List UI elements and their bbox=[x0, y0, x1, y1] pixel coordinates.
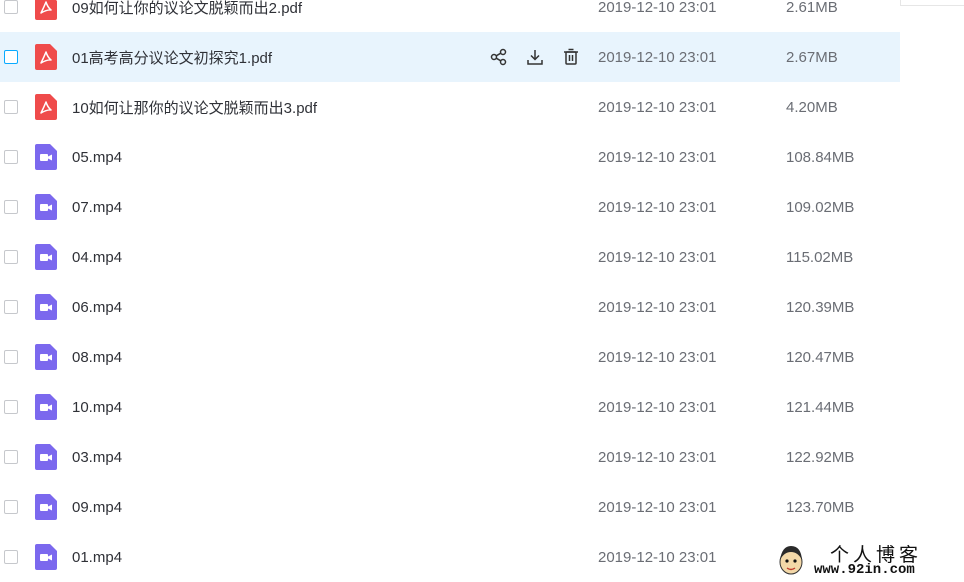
avatar-icon bbox=[779, 546, 803, 575]
video-file-icon bbox=[35, 244, 57, 270]
file-date: 2019-12-10 23:01 bbox=[598, 298, 717, 316]
file-row[interactable]: 06.mp4 2019-12-10 23:01 120.39MB bbox=[0, 282, 900, 332]
watermark-url: www.92in.com bbox=[814, 562, 915, 578]
file-date: 2019-12-10 23:01 bbox=[598, 198, 717, 216]
file-name[interactable]: 09如何让你的议论文脱颖而出2.pdf bbox=[72, 0, 302, 18]
file-name[interactable]: 10如何让那你的议论文脱颖而出3.pdf bbox=[72, 97, 317, 118]
video-file-icon bbox=[35, 494, 57, 520]
row-checkbox[interactable] bbox=[4, 350, 18, 364]
file-row[interactable]: 08.mp4 2019-12-10 23:01 120.47MB bbox=[0, 332, 900, 382]
file-name[interactable]: 04.mp4 bbox=[72, 249, 122, 266]
file-size: 122.92MB bbox=[786, 448, 855, 466]
column-divider bbox=[900, 0, 964, 6]
row-checkbox[interactable] bbox=[4, 400, 18, 414]
file-row[interactable]: 05.mp4 2019-12-10 23:01 108.84MB bbox=[0, 132, 900, 182]
file-name[interactable]: 05.mp4 bbox=[72, 149, 122, 166]
file-size: 4.20MB bbox=[786, 98, 838, 116]
share-icon[interactable] bbox=[488, 46, 510, 68]
file-name[interactable]: 10.mp4 bbox=[72, 399, 122, 416]
file-row[interactable]: 09.mp4 2019-12-10 23:01 123.70MB bbox=[0, 482, 900, 532]
row-checkbox[interactable] bbox=[4, 550, 18, 564]
file-size: 2.61MB bbox=[786, 0, 838, 16]
row-checkbox[interactable] bbox=[4, 450, 18, 464]
file-name[interactable]: 01高考高分议论文初探究1.pdf bbox=[72, 47, 272, 68]
video-file-icon bbox=[35, 344, 57, 370]
row-checkbox[interactable] bbox=[4, 200, 18, 214]
video-file-icon bbox=[35, 194, 57, 220]
file-row[interactable]: 10如何让那你的议论文脱颖而出3.pdf 2019-12-10 23:01 4.… bbox=[0, 82, 900, 132]
file-size: 120.39MB bbox=[786, 298, 855, 316]
file-row[interactable]: 04.mp4 2019-12-10 23:01 115.02MB bbox=[0, 232, 900, 282]
file-date: 2019-12-10 23:01 bbox=[598, 498, 717, 516]
file-size: 123.70MB bbox=[786, 498, 855, 516]
file-row[interactable]: 03.mp4 2019-12-10 23:01 122.92MB bbox=[0, 432, 900, 482]
file-row[interactable]: 09如何让你的议论文脱颖而出2.pdf 2019-12-10 23:01 2.6… bbox=[0, 0, 900, 32]
file-row[interactable]: 07.mp4 2019-12-10 23:01 109.02MB bbox=[0, 182, 900, 232]
file-date: 2019-12-10 23:01 bbox=[598, 348, 717, 366]
file-size: 121.44MB bbox=[786, 398, 855, 416]
file-name[interactable]: 03.mp4 bbox=[72, 449, 122, 466]
file-row[interactable]: 10.mp4 2019-12-10 23:01 121.44MB bbox=[0, 382, 900, 432]
file-date: 2019-12-10 23:01 bbox=[598, 98, 717, 116]
file-row[interactable]: 01.mp4 2019-12-10 23:01 bbox=[0, 532, 900, 582]
file-name[interactable]: 07.mp4 bbox=[72, 199, 122, 216]
video-file-icon bbox=[35, 144, 57, 170]
file-name[interactable]: 09.mp4 bbox=[72, 499, 122, 516]
file-name[interactable]: 08.mp4 bbox=[72, 349, 122, 366]
delete-icon[interactable] bbox=[560, 46, 582, 68]
pdf-file-icon bbox=[35, 0, 57, 20]
video-file-icon bbox=[35, 544, 57, 570]
row-checkbox[interactable] bbox=[4, 250, 18, 264]
file-date: 2019-12-10 23:01 bbox=[598, 248, 717, 266]
file-date: 2019-12-10 23:01 bbox=[598, 48, 717, 66]
video-file-icon bbox=[35, 294, 57, 320]
file-name[interactable]: 01.mp4 bbox=[72, 549, 122, 566]
file-size: 109.02MB bbox=[786, 198, 855, 216]
file-date: 2019-12-10 23:01 bbox=[598, 148, 717, 166]
row-actions bbox=[488, 46, 582, 68]
file-row[interactable]: 01高考高分议论文初探究1.pdf 2019-12-10 23:01 2.67M… bbox=[0, 32, 900, 82]
file-date: 2019-12-10 23:01 bbox=[598, 548, 717, 566]
pdf-file-icon bbox=[35, 44, 57, 70]
video-file-icon bbox=[35, 444, 57, 470]
file-date: 2019-12-10 23:01 bbox=[598, 398, 717, 416]
download-icon[interactable] bbox=[524, 46, 546, 68]
file-name[interactable]: 06.mp4 bbox=[72, 299, 122, 316]
video-file-icon bbox=[35, 394, 57, 420]
row-checkbox[interactable] bbox=[4, 500, 18, 514]
pdf-file-icon bbox=[35, 94, 57, 120]
file-size: 115.02MB bbox=[786, 248, 854, 266]
file-size: 108.84MB bbox=[786, 148, 855, 166]
row-checkbox[interactable] bbox=[4, 100, 18, 114]
row-checkbox[interactable] bbox=[4, 50, 18, 64]
file-date: 2019-12-10 23:01 bbox=[598, 448, 717, 466]
file-date: 2019-12-10 23:01 bbox=[598, 0, 717, 16]
watermark: 个人博客 www.92in.com bbox=[768, 538, 964, 582]
file-list: 09如何让你的议论文脱颖而出2.pdf 2019-12-10 23:01 2.6… bbox=[0, 0, 964, 582]
file-size: 2.67MB bbox=[786, 48, 838, 66]
row-checkbox[interactable] bbox=[4, 150, 18, 164]
file-size: 120.47MB bbox=[786, 348, 855, 366]
row-checkbox[interactable] bbox=[4, 300, 18, 314]
row-checkbox[interactable] bbox=[4, 0, 18, 14]
